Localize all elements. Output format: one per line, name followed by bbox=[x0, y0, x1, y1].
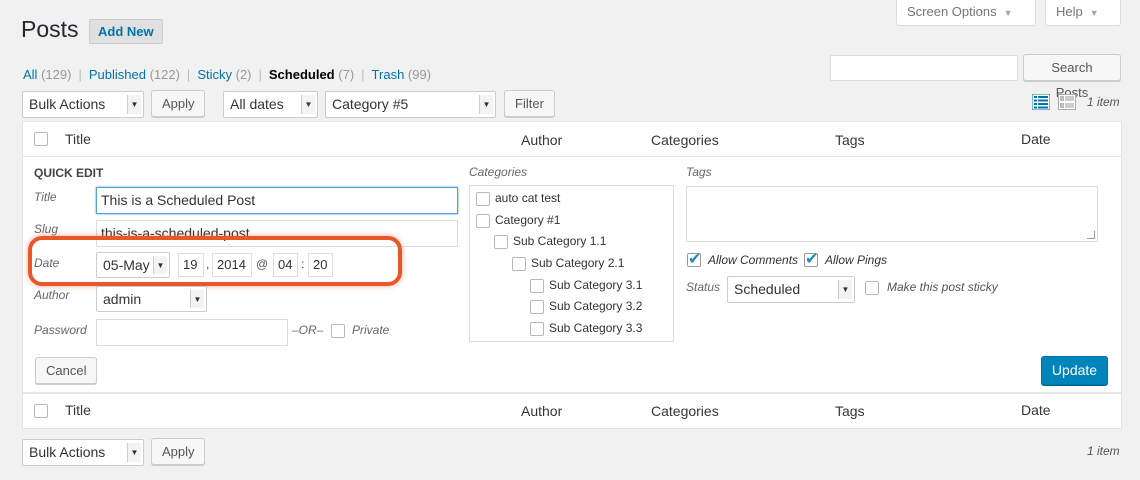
category-item[interactable]: Sub Category 3.1 bbox=[530, 278, 642, 293]
caret-down-icon: ▼ bbox=[1003, 8, 1013, 18]
category-item[interactable]: Sub Category 3.3 bbox=[530, 321, 642, 336]
title-input[interactable]: This is a Scheduled Post bbox=[96, 187, 458, 214]
allow-comments-label: Allow Comments bbox=[708, 253, 799, 267]
status-filter-links: All (129) | Published (122) | Sticky (2) | Sch… bbox=[23, 67, 432, 82]
screen-options-button[interactable]: Screen Options ▼ bbox=[896, 0, 1036, 26]
column-categories: Categories bbox=[651, 132, 719, 148]
category-item[interactable]: Sub Category 3.2 bbox=[530, 299, 642, 314]
search-posts-button[interactable]: Search Posts bbox=[1023, 54, 1121, 100]
column-title-footer[interactable]: Title bbox=[65, 402, 91, 418]
chevron-down-icon: ▼ bbox=[479, 95, 493, 114]
chevron-down-icon: ▼ bbox=[190, 290, 204, 308]
page-title: Posts bbox=[21, 16, 79, 42]
author-select[interactable]: admin ▼ bbox=[96, 286, 207, 312]
bulk-actions-select-bottom[interactable]: Bulk Actions ▼ bbox=[22, 439, 144, 466]
or-text: –OR– bbox=[292, 323, 324, 337]
excerpt-view-icon[interactable] bbox=[1058, 94, 1076, 110]
column-author: Author bbox=[521, 132, 563, 148]
screen-options-label: Screen Options bbox=[907, 4, 997, 19]
filter-trash-link[interactable]: Trash (99) bbox=[372, 67, 432, 82]
dates-select[interactable]: All dates ▼ bbox=[223, 91, 318, 118]
allow-pings-checkbox[interactable] bbox=[804, 249, 818, 269]
slug-label: Slug bbox=[34, 222, 59, 236]
author-label: Author bbox=[34, 288, 70, 302]
cancel-button[interactable]: Cancel bbox=[35, 357, 97, 384]
sticky-checkbox[interactable] bbox=[865, 281, 879, 295]
filter-scheduled-current: Scheduled (7) bbox=[268, 67, 355, 82]
column-tags: Tags bbox=[835, 132, 865, 148]
column-author-footer: Author bbox=[521, 403, 563, 419]
items-count-bottom: 1 item bbox=[1087, 444, 1120, 458]
category-checkbox[interactable] bbox=[530, 321, 544, 336]
bulk-actions-select-top[interactable]: Bulk Actions ▼ bbox=[22, 91, 144, 118]
category-checkbox[interactable] bbox=[530, 278, 544, 293]
caret-down-icon: ▼ bbox=[1089, 8, 1099, 18]
list-view-icon[interactable] bbox=[1032, 94, 1050, 110]
date-highlight-annotation bbox=[28, 236, 402, 286]
category-checkbox[interactable] bbox=[530, 299, 544, 314]
column-tags-footer: Tags bbox=[835, 403, 865, 419]
filter-all-link[interactable]: All (129) bbox=[23, 67, 71, 82]
apply-button-bottom[interactable]: Apply bbox=[151, 438, 205, 465]
allow-comments-checkbox[interactable] bbox=[687, 249, 701, 269]
chevron-down-icon: ▼ bbox=[127, 443, 141, 462]
category-item[interactable]: Category #1 bbox=[476, 213, 560, 228]
column-date[interactable]: Date bbox=[1021, 131, 1051, 147]
status-label: Status bbox=[686, 280, 721, 294]
filter-sticky-link[interactable]: Sticky (2) bbox=[197, 67, 251, 82]
private-label: Private bbox=[352, 323, 390, 337]
table-footer bbox=[22, 393, 1122, 429]
apply-button-top[interactable]: Apply bbox=[151, 90, 205, 117]
add-new-button[interactable]: Add New bbox=[89, 19, 163, 44]
category-checkbox[interactable] bbox=[512, 256, 526, 271]
column-date-footer[interactable]: Date bbox=[1021, 402, 1051, 418]
status-select[interactable]: Scheduled ▼ bbox=[727, 276, 855, 303]
category-item[interactable]: auto cat test bbox=[476, 191, 560, 206]
filter-published-link[interactable]: Published (122) bbox=[89, 67, 180, 82]
resize-handle-icon[interactable] bbox=[1087, 231, 1095, 239]
column-categories-footer: Categories bbox=[651, 403, 719, 419]
select-all-checkbox[interactable] bbox=[34, 132, 48, 146]
help-button[interactable]: Help ▼ bbox=[1045, 0, 1121, 26]
filter-button[interactable]: Filter bbox=[504, 90, 555, 117]
chevron-down-icon: ▼ bbox=[127, 95, 141, 114]
password-label: Password bbox=[34, 323, 87, 337]
select-all-checkbox-bottom[interactable] bbox=[34, 404, 48, 418]
password-input[interactable] bbox=[96, 319, 288, 346]
search-input[interactable] bbox=[830, 55, 1018, 81]
categories-label: Categories bbox=[469, 165, 528, 179]
category-checkbox[interactable] bbox=[494, 234, 508, 249]
title-label: Title bbox=[34, 190, 57, 204]
category-select[interactable]: Category #5 ▼ bbox=[325, 91, 496, 118]
allow-pings-label: Allow Pings bbox=[825, 253, 888, 267]
table-header bbox=[22, 121, 1122, 157]
chevron-down-icon: ▼ bbox=[838, 280, 852, 299]
items-count-top: 1 item bbox=[1087, 95, 1120, 109]
help-label: Help bbox=[1056, 4, 1083, 19]
tags-textarea[interactable] bbox=[686, 186, 1098, 242]
category-item[interactable]: Sub Category 1.1 bbox=[494, 234, 606, 249]
column-title[interactable]: Title bbox=[65, 131, 91, 147]
private-checkbox[interactable] bbox=[331, 324, 345, 338]
category-checkbox[interactable] bbox=[476, 191, 490, 206]
update-button[interactable]: Update bbox=[1041, 356, 1108, 385]
tags-label: Tags bbox=[686, 165, 712, 179]
chevron-down-icon: ▼ bbox=[301, 95, 315, 114]
quick-edit-heading: QUICK EDIT bbox=[34, 166, 104, 180]
category-checkbox[interactable] bbox=[476, 213, 490, 228]
sticky-label: Make this post sticky bbox=[887, 280, 998, 294]
category-item[interactable]: Sub Category 2.1 bbox=[512, 256, 624, 271]
